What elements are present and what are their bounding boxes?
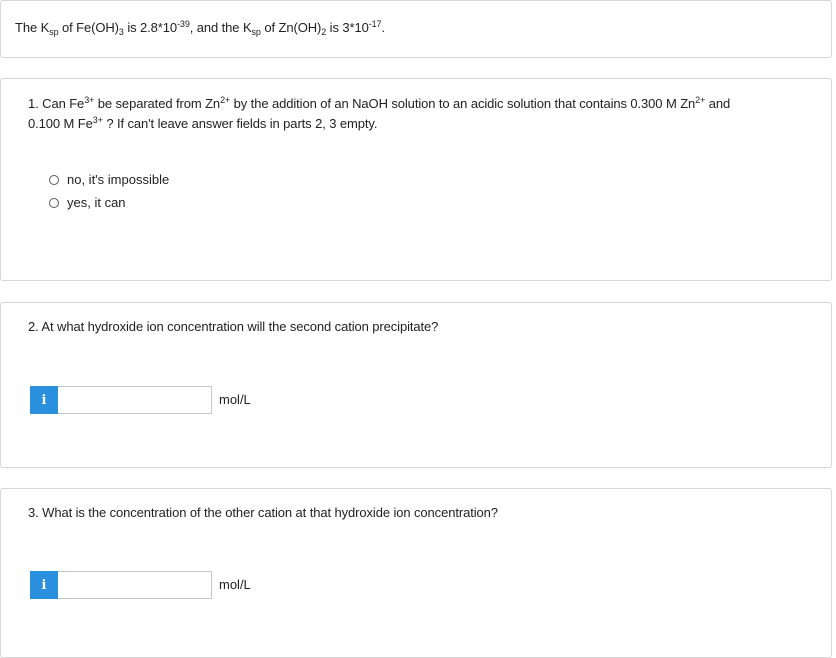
question-2-answer-input[interactable]	[58, 386, 212, 414]
question-3-card: 3. What is the concentration of the othe…	[0, 488, 832, 658]
question-1-text-line-2: 0.100 M Fe3+ ? If can't leave answer fie…	[28, 115, 378, 132]
question-1-card: 1. Can Fe3+ be separated from Zn2+ by th…	[0, 78, 832, 281]
radio-yes[interactable]	[49, 198, 59, 208]
option-no-label: no, it's impossible	[67, 172, 170, 187]
radio-no[interactable]	[49, 175, 59, 185]
question-3-answer-row: i mol/L	[30, 571, 251, 599]
question-2-text: 2. At what hydroxide ion concentration w…	[28, 319, 439, 334]
question-1-text-line-1: 1. Can Fe3+ be separated from Zn2+ by th…	[28, 95, 731, 112]
question-2-card: 2. At what hydroxide ion concentration w…	[0, 302, 832, 468]
option-no[interactable]: no, it's impossible	[49, 172, 169, 188]
question-2-unit: mol/L	[219, 392, 251, 407]
option-yes[interactable]: yes, it can	[49, 195, 126, 211]
question-3-answer-input[interactable]	[58, 571, 212, 599]
option-yes-label: yes, it can	[67, 195, 126, 210]
intro-text: The Ksp of Fe(OH)3 is 2.8*10-39, and the…	[15, 19, 385, 37]
question-2-answer-row: i mol/L	[30, 386, 251, 414]
info-icon[interactable]: i	[30, 386, 58, 414]
intro-card: The Ksp of Fe(OH)3 is 2.8*10-39, and the…	[0, 0, 832, 58]
question-3-unit: mol/L	[219, 577, 251, 592]
question-3-text: 3. What is the concentration of the othe…	[28, 505, 498, 520]
info-icon[interactable]: i	[30, 571, 58, 599]
